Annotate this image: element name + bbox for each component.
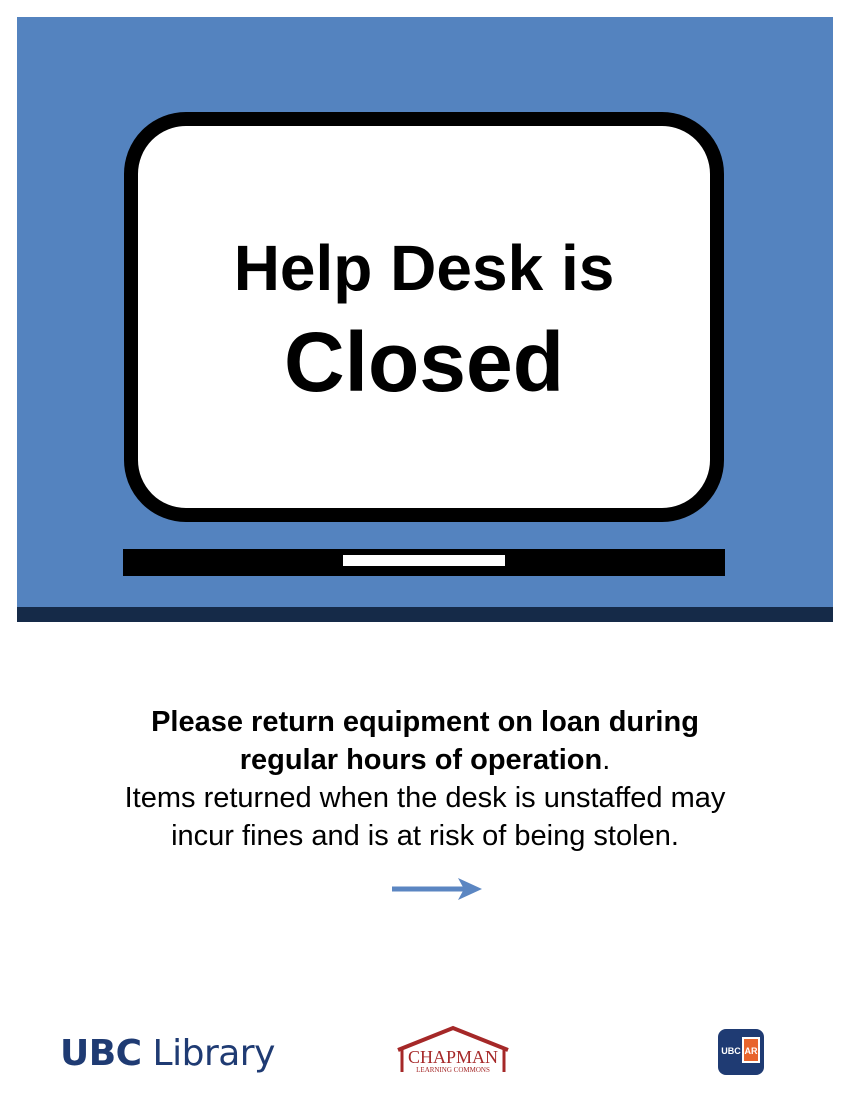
chapman-learning-commons-logo: CHAPMAN LEARNING COMMONS <box>397 1025 509 1074</box>
monitor-stand <box>123 549 725 576</box>
notice-message: Please return equipment on loan during r… <box>40 703 810 855</box>
ubc-ar-logo: UBC AR <box>718 1029 764 1075</box>
message-bold-line-2-period: . <box>602 744 611 776</box>
ubc-library-logo: UBC Library <box>60 1036 275 1072</box>
chapman-logo-sub: LEARNING COMMONS <box>416 1066 490 1074</box>
chapman-logo-name: CHAPMAN <box>408 1047 498 1067</box>
message-bold-line-1: Please return equipment on loan during <box>151 706 699 738</box>
message-line-3: Items returned when the desk is unstaffe… <box>124 782 726 814</box>
banner-base-stripe <box>17 607 833 622</box>
ubc-library-logo-rest: Library <box>141 1033 276 1074</box>
message-line-4: incur fines and is at risk of being stol… <box>171 820 679 852</box>
ubc-ar-logo-left: UBC <box>721 1046 741 1056</box>
monitor-stand-slot <box>343 555 505 566</box>
monitor-icon: Help Desk is Closed <box>124 112 724 522</box>
message-bold-line-2-text: regular hours of operation <box>239 744 603 776</box>
ubc-library-logo-bold: UBC <box>60 1033 142 1074</box>
ubc-ar-logo-right: AR <box>745 1046 758 1056</box>
arrow-right-icon <box>392 878 482 900</box>
message-bold-line-2: regular hours of operation. <box>40 741 810 779</box>
headline-line-2: Closed <box>283 315 565 409</box>
headline-line-1: Help Desk is <box>233 232 615 304</box>
